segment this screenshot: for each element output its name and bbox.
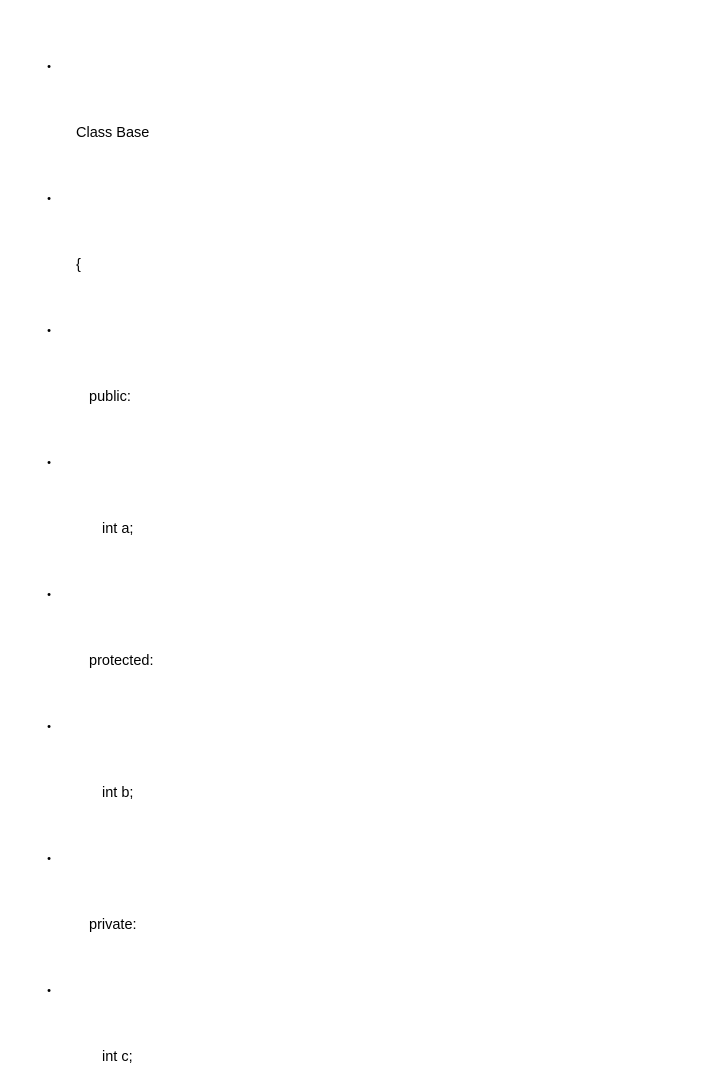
list-item-label: int c; xyxy=(102,1049,133,1065)
list-item: • int c; xyxy=(28,980,696,1080)
bullet-icon: • xyxy=(47,193,51,205)
bullet-icon: • xyxy=(47,853,51,865)
list-item-label: Class Base xyxy=(76,125,150,141)
list-item: • Class Base xyxy=(28,56,696,188)
list-item-label: int a; xyxy=(102,521,134,537)
bullet-icon: • xyxy=(47,325,51,337)
list-item: • private: xyxy=(28,848,696,980)
list-item-label: private: xyxy=(89,917,137,933)
code-block-base: • Class Base • { • public: • int a; • pr… xyxy=(28,56,696,1080)
list-item-label: { xyxy=(76,257,81,273)
list-item: • int a; xyxy=(28,452,696,584)
list-item: • { xyxy=(28,188,696,320)
slide-content: • Class Base • { • public: • int a; • pr… xyxy=(28,56,696,1080)
bullet-icon: • xyxy=(47,589,51,601)
slide-canvas: • Class Base • { • public: • int a; • pr… xyxy=(0,0,720,1065)
bullet-icon: • xyxy=(47,457,51,469)
list-item: • int b; xyxy=(28,716,696,848)
bullet-icon: • xyxy=(47,721,51,733)
list-item-label: int b; xyxy=(102,785,134,801)
list-item: • protected: xyxy=(28,584,696,716)
list-item-label: protected: xyxy=(89,653,154,669)
bullet-icon: • xyxy=(47,985,51,997)
bullet-icon: • xyxy=(47,61,51,73)
list-item-label: public: xyxy=(89,389,131,405)
list-item: • public: xyxy=(28,320,696,452)
